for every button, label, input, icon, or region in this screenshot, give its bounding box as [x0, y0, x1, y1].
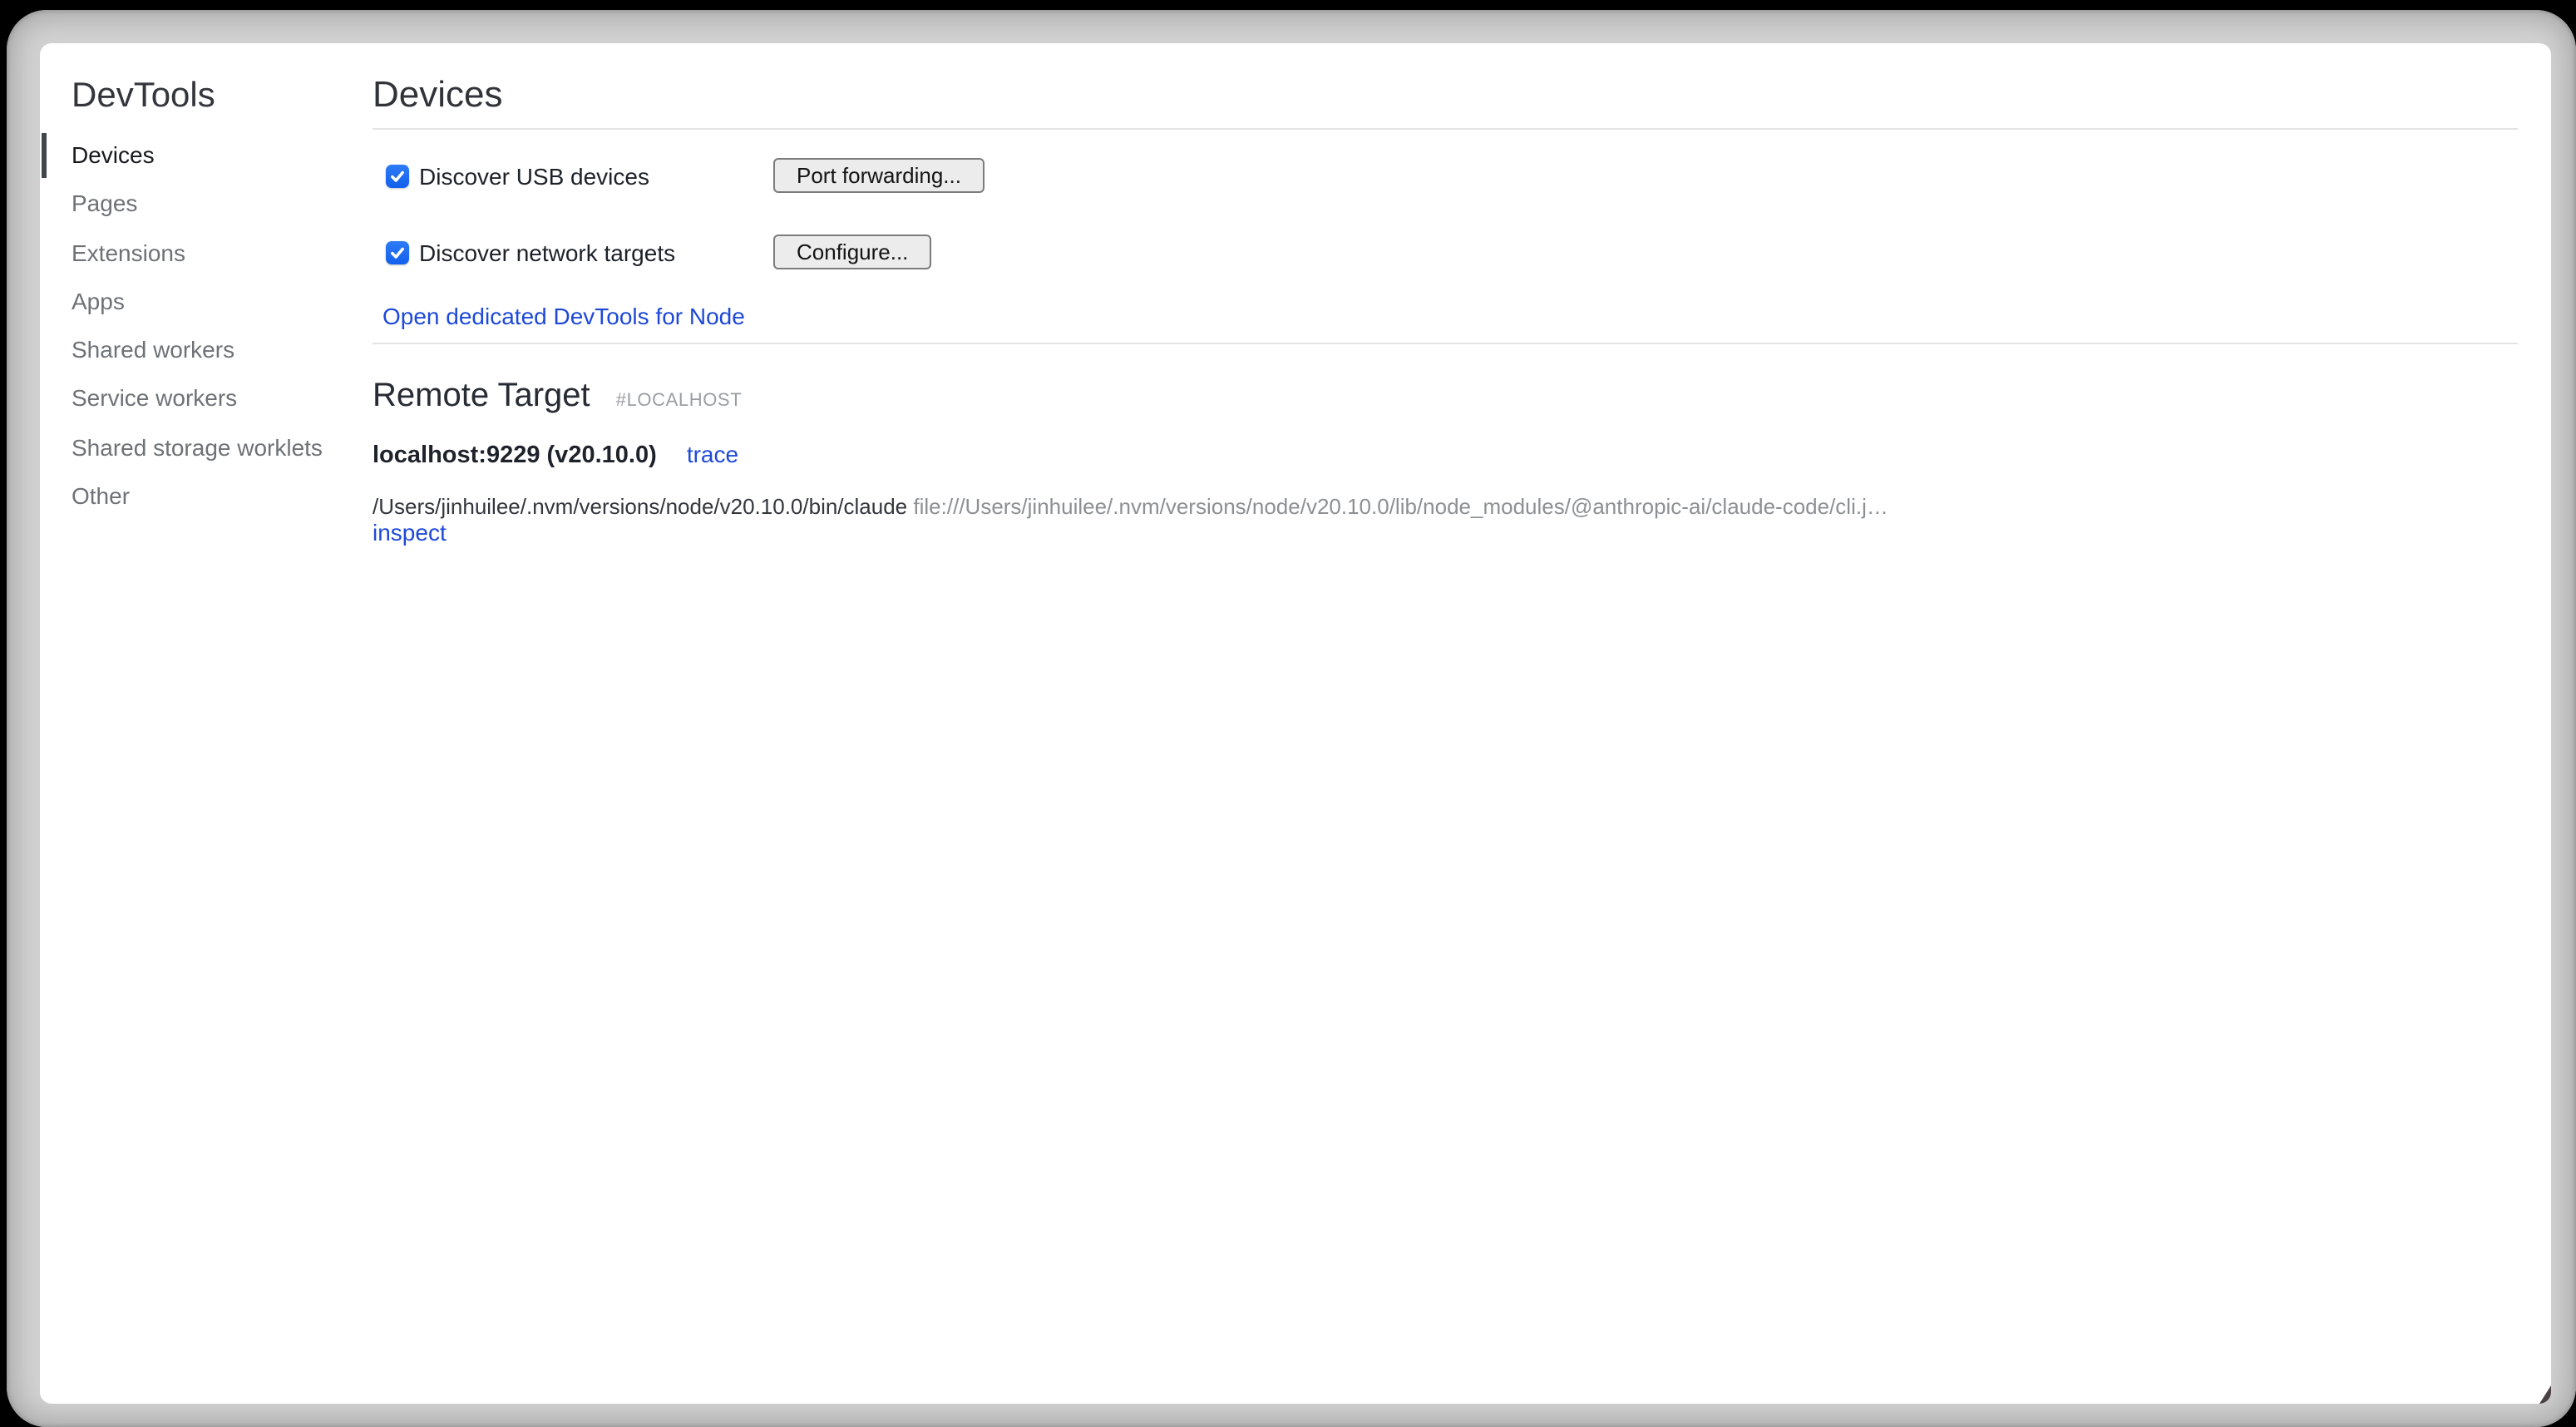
page-title: Devices — [373, 77, 2517, 113]
sidebar-item-extensions[interactable]: Extensions — [72, 229, 389, 278]
sidebar-item-apps[interactable]: Apps — [72, 278, 389, 327]
inspect-row: inspect — [373, 521, 2517, 546]
devices-panel: Devices Discover USB devices Port forwar… — [373, 43, 2517, 546]
remote-target-title: Remote Target — [373, 378, 590, 414]
sidebar: DevTools Devices Pages Extensions Apps S… — [40, 43, 389, 521]
sidebar-item-devices[interactable]: Devices — [72, 131, 389, 180]
discover-network-checkbox[interactable] — [385, 240, 408, 264]
discover-network-row: Discover network targets Configure... — [373, 235, 2517, 269]
sidebar-item-pages[interactable]: Pages — [72, 180, 389, 230]
inspect-link[interactable]: inspect — [373, 519, 447, 546]
checkmark-icon — [388, 167, 405, 184]
devtools-title: DevTools — [72, 78, 389, 115]
discover-usb-row: Discover USB devices Port forwarding... — [373, 158, 2517, 193]
target-binary-path: /Users/jinhuilee/.nvm/versions/node/v20.… — [373, 494, 907, 519]
target-name-row: localhost:9229 (v20.10.0) trace — [373, 441, 2517, 469]
trace-link[interactable]: trace — [687, 441, 738, 467]
sidebar-item-shared-workers[interactable]: Shared workers — [72, 326, 389, 375]
port-forwarding-button[interactable]: Port forwarding... — [773, 158, 985, 193]
inspect-page: DevTools Devices Pages Extensions Apps S… — [40, 43, 2550, 1404]
desktop-background: DevTools Devices Pages Extensions Apps S… — [0, 0, 2576, 1427]
open-node-devtools-link[interactable]: Open dedicated DevTools for Node — [382, 303, 745, 329]
localhost-tag: #LOCALHOST — [616, 391, 743, 411]
remote-target-header: Remote Target #LOCALHOST — [373, 378, 2517, 419]
target-name: localhost:9229 (v20.10.0) — [373, 442, 657, 469]
section-divider — [373, 343, 2517, 344]
discover-network-label: Discover network targets — [419, 239, 675, 265]
sidebar-item-service-workers[interactable]: Service workers — [72, 375, 389, 424]
node-devtools-row: Open dedicated DevTools for Node — [373, 304, 2517, 329]
discover-usb-checkbox[interactable] — [385, 164, 408, 187]
sidebar-item-other[interactable]: Other — [72, 472, 389, 521]
page-header: Devices — [373, 77, 2517, 130]
target-detail-row: /Users/jinhuilee/.nvm/versions/node/v20.… — [373, 494, 2517, 519]
sidebar-item-shared-storage-worklets[interactable]: Shared storage worklets — [72, 424, 389, 473]
discover-usb-label: Discover USB devices — [419, 162, 649, 189]
sidebar-nav: Devices Pages Extensions Apps Shared wor… — [72, 131, 389, 521]
checkmark-icon — [388, 244, 405, 260]
target-file-url: file:///Users/jinhuilee/.nvm/versions/no… — [913, 494, 1888, 519]
resize-grip[interactable] — [2539, 1385, 2550, 1404]
browser-window: DevTools Devices Pages Extensions Apps S… — [7, 10, 2576, 1427]
configure-button[interactable]: Configure... — [773, 235, 931, 269]
